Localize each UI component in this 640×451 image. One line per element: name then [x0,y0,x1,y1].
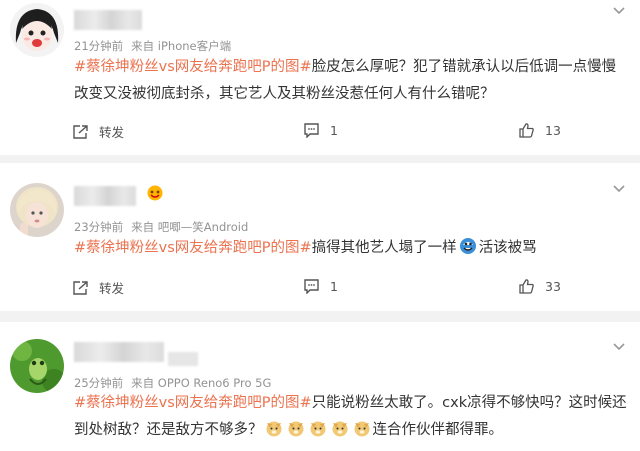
repost-button[interactable]: 转发 [72,278,124,297]
repost-button[interactable]: 转发 [72,122,124,141]
like-button[interactable]: 13 [518,122,561,138]
post-time: 21分钟前 [74,39,124,53]
comment-button[interactable]: 1 [303,122,338,138]
avatar[interactable] [10,3,64,57]
repost-icon [73,124,88,139]
avatar[interactable] [10,183,64,237]
vip-badge-icon [147,185,163,201]
doge-emoji [288,421,303,437]
doge-emoji [354,421,369,437]
doge-emoji [266,421,281,437]
chevron-down-icon[interactable] [612,6,626,16]
doge-emoji [310,421,325,437]
username-blurred[interactable] [74,10,142,30]
username-blurred-suffix [168,352,198,366]
comment-card: 21分钟前 来自 iPhone客户端 #蔡徐坤粉丝vs网友给奔跑吧P的图#脸皮怎么… [0,0,640,155]
avatar[interactable] [10,339,64,393]
action-bar: 转发 1 33 [0,278,640,298]
like-icon [519,123,534,138]
post-source[interactable]: 来自 OPPO Reno6 Pro 5G [131,376,271,390]
comment-count: 1 [330,278,338,294]
comment-icon [304,123,319,138]
comment-meta: 23分钟前 来自 吧唧—笑Android [74,219,256,235]
comment-count: 1 [330,122,338,138]
like-count: 33 [545,278,561,294]
repost-label: 转发 [99,125,125,140]
comment-body-end: 活该被骂 [478,240,537,256]
comment-meta: 25分钟前 来自 OPPO Reno6 Pro 5G [74,375,279,391]
chevron-down-icon[interactable] [612,184,626,194]
comment-body-end: 连合作伙伴都得罪。 [372,422,504,438]
like-count: 13 [545,122,561,138]
comment-body: 搞得其他艺人塌了一样 [311,240,457,256]
post-time: 23分钟前 [74,220,124,234]
comment-icon [304,279,319,294]
username-blurred[interactable] [74,342,164,362]
comment-card: 25分钟前 来自 OPPO Reno6 Pro 5G #蔡徐坤粉丝vs网友给奔跑吧… [0,322,640,451]
comment-card: 23分钟前 来自 吧唧—笑Android #蔡徐坤粉丝vs网友给奔跑吧P的图#搞得… [0,163,640,311]
username-blurred[interactable] [74,186,136,206]
post-source[interactable]: 来自 iPhone客户端 [131,39,231,53]
comment-text: #蔡徐坤粉丝vs网友给奔跑吧P的图#搞得其他艺人塌了一样 活该被骂 [74,235,630,262]
comment-button[interactable]: 1 [303,278,338,294]
like-icon [519,279,534,294]
topic-link[interactable]: #蔡徐坤粉丝vs网友给奔跑吧P的图# [74,59,312,75]
topic-link[interactable]: #蔡徐坤粉丝vs网友给奔跑吧P的图# [74,395,312,411]
chevron-down-icon[interactable] [612,342,626,352]
doge-emoji [332,421,347,437]
troll-emoji [459,238,476,254]
action-bar: 转发 1 13 [0,122,640,142]
post-source[interactable]: 来自 吧唧—笑Android [131,220,248,234]
repost-label: 转发 [99,281,125,296]
comment-text: #蔡徐坤粉丝vs网友给奔跑吧P的图#只能说粉丝太敢了。cxk凉得不够快吗？这时候… [74,390,630,444]
comment-meta: 21分钟前 来自 iPhone客户端 [74,38,239,54]
comment-text: #蔡徐坤粉丝vs网友给奔跑吧P的图#脸皮怎么厚呢？犯了错就承认以后低调一点慢慢改… [74,54,630,108]
post-time: 25分钟前 [74,376,124,390]
like-button[interactable]: 33 [518,278,561,294]
repost-icon [73,280,88,295]
topic-link[interactable]: #蔡徐坤粉丝vs网友给奔跑吧P的图# [74,240,312,256]
